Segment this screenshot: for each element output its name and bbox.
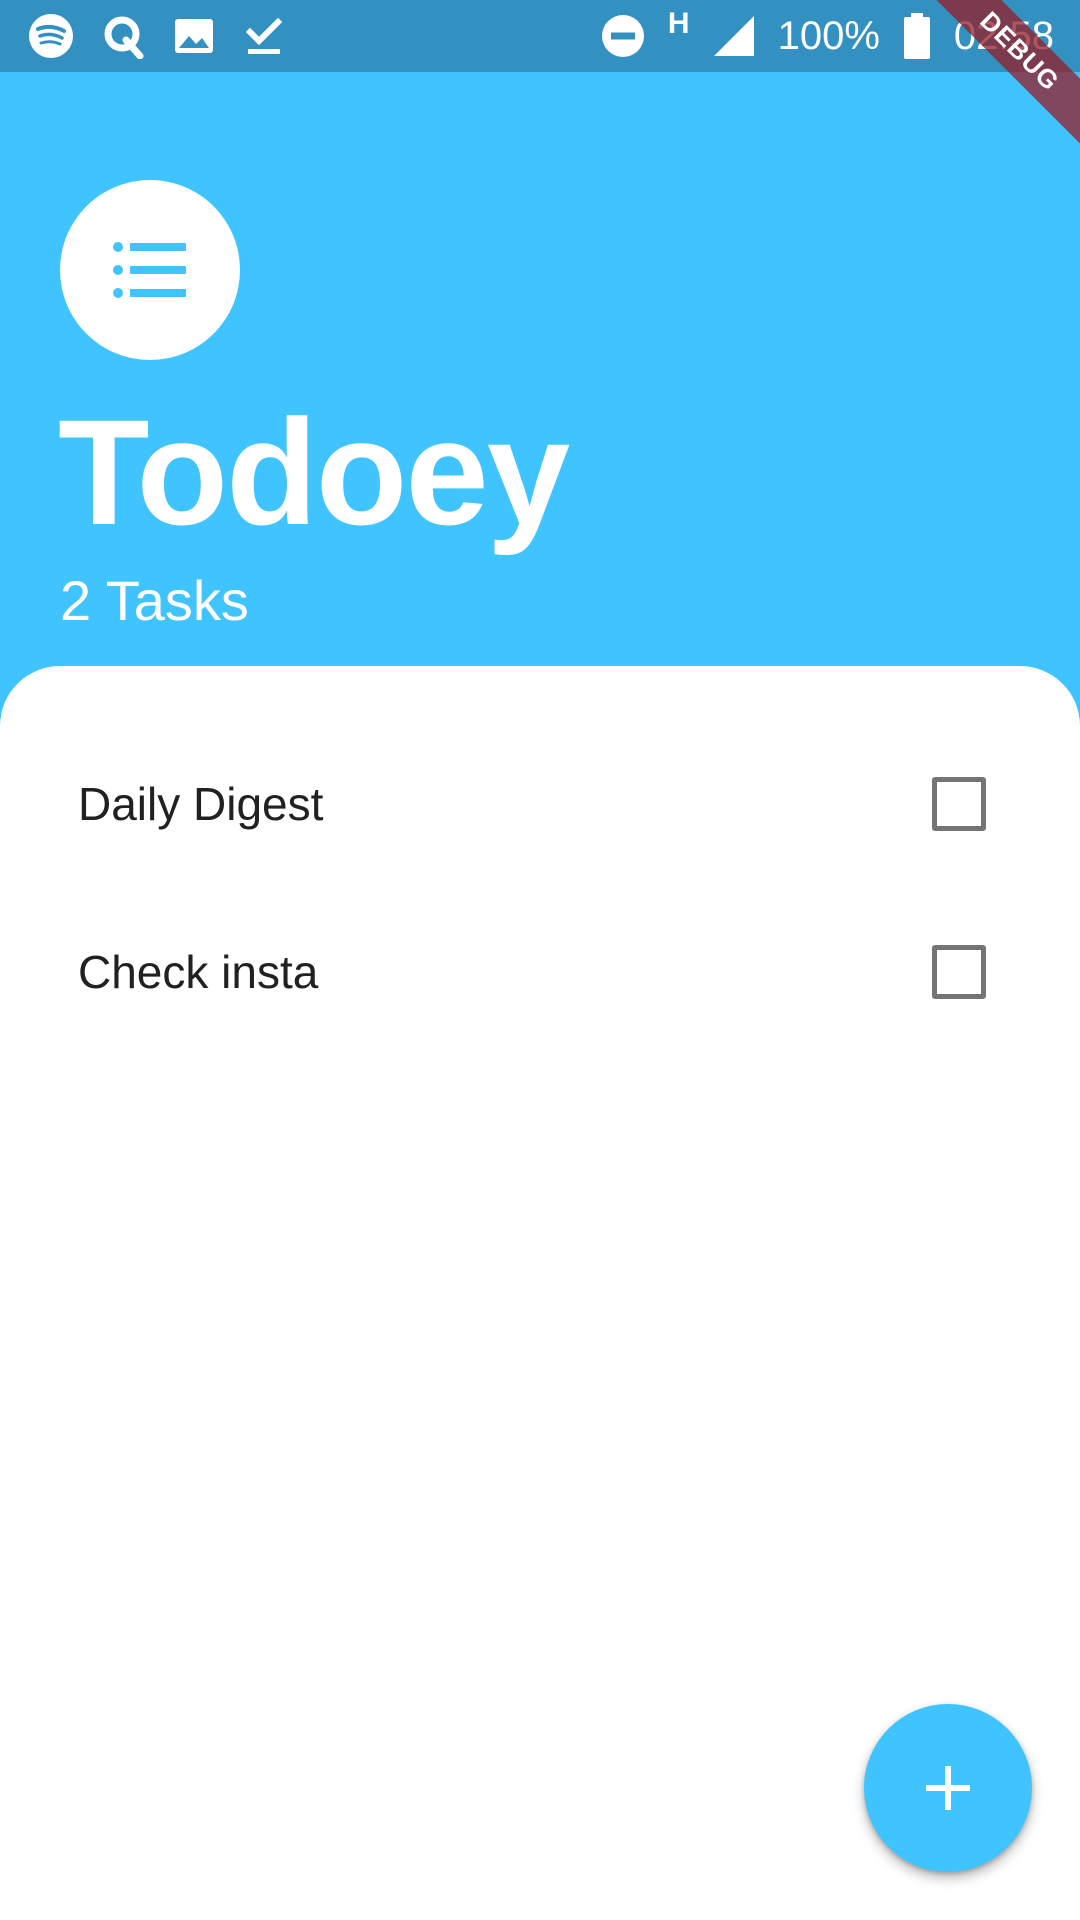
task-checkbox[interactable]	[932, 945, 986, 999]
task-title: Check insta	[78, 946, 319, 998]
app-screen: H 100% 02:58 DEBUG	[0, 0, 1080, 1920]
spotify-icon	[28, 13, 74, 59]
status-left-icons	[28, 0, 286, 72]
image-icon	[172, 14, 216, 58]
task-item[interactable]: Check insta	[0, 888, 1080, 1056]
battery-icon	[902, 12, 932, 60]
quora-icon	[100, 13, 146, 59]
download-done-icon	[242, 14, 286, 58]
task-count: 2 Tasks	[60, 569, 249, 632]
task-list: Daily Digest Check insta	[0, 720, 1080, 1056]
signal-icon	[712, 14, 756, 58]
add-task-button[interactable]	[864, 1704, 1032, 1872]
network-type-icon: H	[667, 7, 690, 40]
app-title: Todoey	[58, 388, 570, 556]
battery-percent: 100%	[777, 14, 880, 58]
header: Todoey 2 Tasks	[0, 72, 1080, 672]
do-not-disturb-icon	[600, 13, 646, 59]
task-title: Daily Digest	[78, 778, 324, 830]
status-bar: H 100% 02:58	[0, 0, 1080, 72]
list-icon	[112, 240, 188, 300]
task-checkbox[interactable]	[932, 777, 986, 831]
task-item[interactable]: Daily Digest	[0, 720, 1080, 888]
add-icon	[924, 1764, 972, 1812]
app-avatar	[60, 180, 240, 360]
